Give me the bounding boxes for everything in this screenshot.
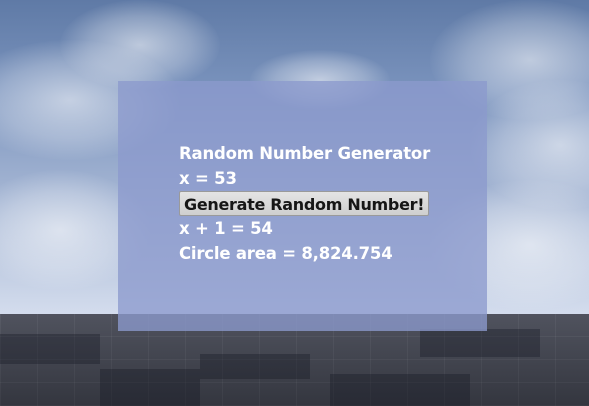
cloud (60, 0, 220, 90)
floor-tile (420, 329, 540, 357)
floor-tile (200, 354, 310, 379)
widget-title: Random Number Generator (179, 144, 431, 163)
widget-content: Random Number Generator x = 53 Generate … (179, 141, 430, 266)
x-value-text: x = 53 (179, 169, 237, 188)
button-row: Generate Random Number! (179, 191, 430, 216)
x-plus-one-text: x + 1 = 54 (179, 219, 273, 238)
floor-tile (0, 334, 100, 364)
floor-tile (100, 369, 200, 406)
floor-tile (330, 374, 470, 406)
circle-area-text: Circle area = 8,824.754 (179, 244, 393, 263)
generate-random-number-button[interactable]: Generate Random Number! (179, 191, 430, 216)
game-viewport: Random Number Generator x = 53 Generate … (0, 0, 589, 406)
